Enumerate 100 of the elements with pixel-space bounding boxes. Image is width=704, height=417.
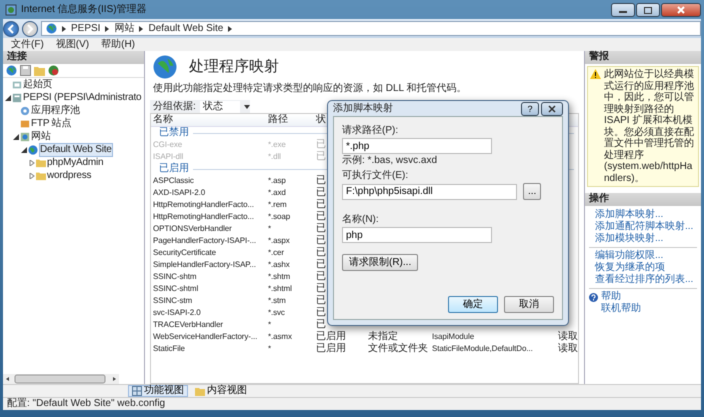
tree-item[interactable]: wordpress bbox=[47, 170, 92, 182]
hint-text: 示例: *.bas, wsvc.axd bbox=[342, 155, 438, 167]
chevron-icon bbox=[105, 26, 110, 32]
action-link[interactable]: 编辑功能权限... bbox=[585, 250, 701, 262]
table-cell: *.cer bbox=[268, 248, 284, 257]
table-cell: PageHandlerFactory-ISAPI-... bbox=[153, 236, 256, 245]
table-cell: *.asmx bbox=[268, 332, 292, 341]
tree-item[interactable]: phpMyAdmin bbox=[47, 156, 104, 168]
close-button[interactable] bbox=[541, 102, 563, 116]
field-label: 请求路径(P): bbox=[342, 125, 400, 137]
table-cell: 已 bbox=[316, 175, 326, 186]
save-icon bbox=[20, 65, 31, 76]
table-cell: SSINC-shtm bbox=[153, 272, 196, 281]
tree-item[interactable]: 网站 bbox=[31, 130, 51, 142]
pool-icon bbox=[20, 106, 30, 116]
table-cell: *.shtm bbox=[268, 272, 290, 281]
table-cell: *.rem bbox=[268, 200, 287, 209]
forward-button[interactable] bbox=[22, 20, 38, 36]
table-cell: HttpRemotingHandlerFacto... bbox=[153, 200, 254, 209]
tree-item[interactable]: 应用程序池 bbox=[31, 104, 80, 116]
table-cell: *.asp bbox=[268, 176, 286, 185]
menu-item[interactable]: 视图(V) bbox=[56, 38, 90, 50]
maximize-button[interactable] bbox=[636, 2, 660, 16]
tree-item[interactable]: 起始页 bbox=[23, 78, 52, 90]
sites-icon bbox=[20, 132, 30, 142]
table-cell: ISAPI-dll bbox=[153, 152, 184, 161]
window-title: Internet 信息服务(IIS)管理器 bbox=[21, 4, 147, 16]
group-by-label: 分组依据: bbox=[153, 100, 196, 112]
ftp-icon bbox=[20, 118, 30, 128]
help-button[interactable]: ? bbox=[521, 102, 539, 116]
expand-arrow-icon[interactable] bbox=[29, 172, 35, 178]
table-cell: SSINC-shtml bbox=[153, 284, 198, 293]
collapse-arrow-icon[interactable] bbox=[5, 94, 11, 100]
menu-item[interactable]: 文件(F) bbox=[11, 38, 44, 50]
table-cell: *.shtml bbox=[268, 284, 292, 293]
action-link[interactable]: 恢复为继承的项 bbox=[585, 262, 701, 274]
close-button[interactable] bbox=[661, 2, 701, 16]
panel-title: 操作 bbox=[585, 193, 701, 206]
action-link[interactable]: 添加通配符脚本映射... bbox=[585, 221, 701, 233]
column-header[interactable]: 路径 bbox=[266, 114, 314, 126]
server-icon bbox=[12, 92, 22, 102]
breadcrumb-item[interactable]: 网站 bbox=[114, 22, 134, 34]
home-icon bbox=[12, 80, 22, 90]
close-icon bbox=[548, 105, 556, 114]
panel-title: 警报 bbox=[585, 51, 701, 64]
table-cell: 已 bbox=[316, 295, 326, 306]
input-field[interactable]: F:\php\php5isapi.dll bbox=[342, 184, 517, 200]
group-header: 已启用 bbox=[159, 163, 189, 175]
input-field[interactable]: *.php bbox=[342, 138, 492, 154]
warning-icon bbox=[590, 69, 601, 79]
view-tab[interactable]: 功能视图 bbox=[128, 385, 188, 397]
tree-item[interactable]: Default Web Site bbox=[39, 142, 113, 156]
table-cell: 已 bbox=[316, 271, 326, 282]
cancel-button[interactable]: 取消 bbox=[504, 296, 554, 313]
collapse-arrow-icon[interactable] bbox=[13, 134, 19, 140]
menu-item[interactable]: 帮助(H) bbox=[101, 38, 136, 50]
help-link[interactable]: 联机帮助 bbox=[601, 303, 641, 315]
ok-button[interactable]: 确定 bbox=[448, 296, 498, 313]
table-cell: 已 bbox=[316, 283, 326, 294]
expand-arrow-icon[interactable] bbox=[29, 160, 35, 166]
tree-item[interactable]: PEPSI (PEPSI\Administrato bbox=[23, 92, 142, 104]
table-cell: *.exe bbox=[268, 140, 286, 149]
table-cell: 已 bbox=[316, 307, 326, 318]
restrictions-button[interactable]: 请求限制(R)... bbox=[342, 254, 418, 271]
table-cell: 已 bbox=[316, 139, 326, 150]
browse-button[interactable]: ... bbox=[523, 183, 542, 200]
column-header[interactable]: 名称 bbox=[151, 114, 266, 126]
group-header: 已禁用 bbox=[159, 127, 189, 139]
table-cell: StaticFile bbox=[153, 344, 185, 353]
table-cell: *.soap bbox=[268, 212, 290, 221]
table-cell: WebServiceHandlerFactory-... bbox=[153, 332, 258, 341]
table-cell: *.dll bbox=[268, 152, 281, 161]
chevron-icon bbox=[62, 26, 66, 32]
maximize-icon bbox=[644, 6, 652, 14]
dialog-title: 添加脚本映射 bbox=[333, 102, 393, 114]
table-cell: 已 bbox=[316, 199, 326, 210]
table-cell: OPTIONSVerbHandler bbox=[153, 224, 232, 233]
table-cell: StaticFileModule,DefaultDo... bbox=[432, 344, 533, 353]
action-link[interactable]: 添加脚本映射... bbox=[585, 209, 701, 221]
table-cell: svc-ISAPI-2.0 bbox=[153, 308, 201, 317]
table-cell: *.stm bbox=[268, 296, 286, 305]
group-by-dropdown[interactable]: 状态 bbox=[200, 100, 240, 112]
tree-item[interactable]: FTP 站点 bbox=[31, 118, 72, 130]
field-label: 名称(N): bbox=[342, 214, 380, 226]
table-cell: * bbox=[268, 224, 272, 233]
table-cell: * bbox=[268, 344, 272, 353]
input-field[interactable]: php bbox=[342, 227, 492, 243]
view-tab[interactable]: 内容视图 bbox=[191, 385, 251, 397]
back-button[interactable] bbox=[3, 20, 19, 36]
action-link[interactable]: 查看经过排序的列表... bbox=[585, 274, 701, 286]
help-icon bbox=[589, 292, 598, 302]
help-link[interactable]: 帮助 bbox=[601, 291, 621, 303]
minimize-button[interactable] bbox=[611, 2, 635, 16]
action-link[interactable]: 添加模块映射... bbox=[585, 233, 701, 245]
table-cell: 已 bbox=[316, 235, 326, 246]
breadcrumb-item[interactable]: Default Web Site bbox=[148, 22, 224, 34]
table-cell: ASPClassic bbox=[153, 176, 194, 185]
breadcrumb-item[interactable]: PEPSI bbox=[71, 22, 100, 34]
grid-icon bbox=[132, 386, 142, 396]
collapse-arrow-icon[interactable] bbox=[21, 146, 27, 152]
